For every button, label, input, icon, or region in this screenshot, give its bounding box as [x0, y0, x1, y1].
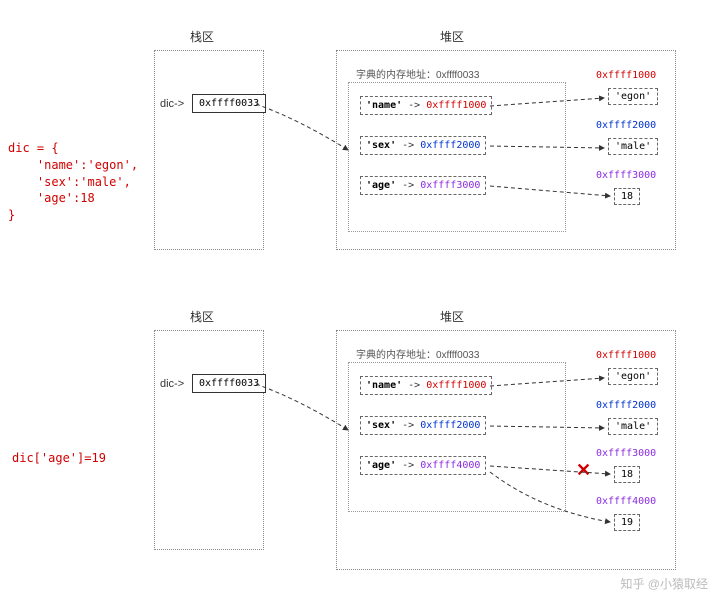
key-row-name: 'name' -> 0xffff1000: [360, 96, 492, 115]
key-sex: 'sex': [366, 420, 396, 431]
heap-label: 堆区: [440, 308, 464, 325]
key-row-sex: 'sex' -> 0xffff2000: [360, 136, 486, 155]
var-dic: dic->: [160, 98, 184, 110]
heap-header-addr: 0xffff0033: [436, 350, 479, 361]
val-box-age-new: 19: [614, 514, 640, 531]
key-row-name: 'name' -> 0xffff1000: [360, 376, 492, 395]
heap-header: 字典的内存地址：0xffff0033: [356, 346, 479, 361]
stack-addr: 0xffff0033: [192, 94, 266, 113]
diagram-row-2: 栈区 堆区 dic['age']=19 dic-> 0xffff0033 字典的…: [0, 290, 720, 550]
stack-label: 栈区: [190, 308, 214, 325]
addr-name: 0xffff1000: [426, 100, 486, 111]
key-sex: 'sex': [366, 140, 396, 151]
val-addr-age-old: 0xffff3000: [596, 448, 656, 459]
val-addr-name: 0xffff1000: [596, 350, 656, 361]
arrow-icon: ->: [396, 460, 420, 471]
stack-label: 栈区: [190, 28, 214, 45]
arrow-icon: ->: [402, 380, 426, 391]
key-age: 'age': [366, 460, 396, 471]
arrow-icon: ->: [402, 100, 426, 111]
addr-name: 0xffff1000: [426, 380, 486, 391]
addr-age-new: 0xffff4000: [420, 460, 480, 471]
arrow-icon: ->: [396, 420, 420, 431]
val-box-name: 'egon': [608, 88, 658, 105]
key-name: 'name': [366, 380, 402, 391]
heap-header-prefix: 字典的内存地址：: [356, 350, 436, 361]
val-box-name: 'egon': [608, 368, 658, 385]
var-dic: dic->: [160, 378, 184, 390]
val-addr-name: 0xffff1000: [596, 70, 656, 81]
code-block-1: dic = { 'name':'egon', 'sex':'male', 'ag…: [8, 140, 138, 224]
diagram-row-1: 栈区 堆区 dic = { 'name':'egon', 'sex':'male…: [0, 10, 720, 270]
key-name: 'name': [366, 100, 402, 111]
stack-box: [154, 330, 264, 550]
val-addr-sex: 0xffff2000: [596, 120, 656, 131]
key-age: 'age': [366, 180, 396, 191]
addr-age: 0xffff3000: [420, 180, 480, 191]
watermark: 知乎 @小猿取经: [620, 575, 708, 592]
heap-header-addr: 0xffff0033: [436, 70, 479, 81]
val-addr-sex: 0xffff2000: [596, 400, 656, 411]
addr-sex: 0xffff2000: [420, 420, 480, 431]
heap-header: 字典的内存地址：0xffff0033: [356, 66, 479, 81]
addr-sex: 0xffff2000: [420, 140, 480, 151]
code-block-2: dic['age']=19: [12, 450, 106, 467]
stack-addr: 0xffff0033: [192, 374, 266, 393]
val-box-sex: 'male': [608, 138, 658, 155]
val-box-sex: 'male': [608, 418, 658, 435]
key-row-age-new: 'age' -> 0xffff4000: [360, 456, 486, 475]
arrow-icon: ->: [396, 140, 420, 151]
key-row-age: 'age' -> 0xffff3000: [360, 176, 486, 195]
arrow-icon: ->: [396, 180, 420, 191]
val-box-age: 18: [614, 188, 640, 205]
key-row-sex: 'sex' -> 0xffff2000: [360, 416, 486, 435]
heap-label: 堆区: [440, 28, 464, 45]
heap-header-prefix: 字典的内存地址：: [356, 70, 436, 81]
val-addr-age-new: 0xffff4000: [596, 496, 656, 507]
val-box-age-old: 18: [614, 466, 640, 483]
val-addr-age: 0xffff3000: [596, 170, 656, 181]
stack-box: [154, 50, 264, 250]
cross-icon: ✕: [576, 460, 591, 481]
